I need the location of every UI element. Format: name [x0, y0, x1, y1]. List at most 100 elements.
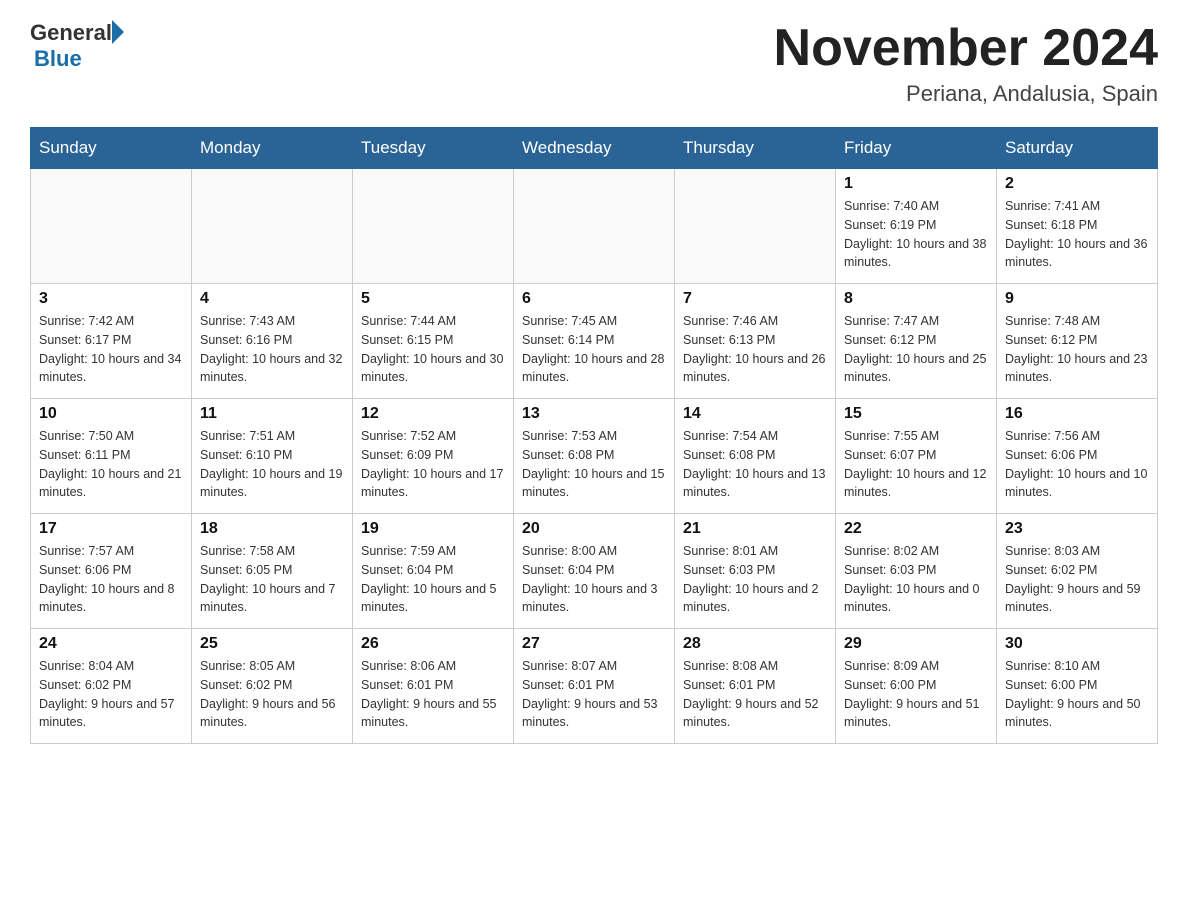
day-number: 19	[361, 520, 505, 538]
day-number: 24	[39, 635, 183, 653]
day-number: 22	[844, 520, 988, 538]
calendar-cell: 6Sunrise: 7:45 AMSunset: 6:14 PMDaylight…	[514, 284, 675, 399]
calendar-cell: 30 Sunrise: 8:10 AMSunset: 6:00 PMDayligh…	[997, 629, 1158, 744]
logo: General Blue	[30, 20, 124, 72]
day-number: 11	[200, 405, 344, 423]
calendar-cell: 25 Sunrise: 8:05 AMSunset: 6:02 PMDayligh…	[192, 629, 353, 744]
calendar-header-wednesday: Wednesday	[514, 128, 675, 169]
calendar-cell: 5 Sunrise: 7:44 AMSunset: 6:15 PMDaylight…	[353, 284, 514, 399]
day-info: Sunrise: 8:02 AMSunset: 6:03 PMDaylight:…	[844, 542, 988, 617]
day-info: Sunrise: 8:10 AMSunset: 6:00 PMDaylight:…	[1005, 657, 1149, 732]
day-number: 8	[844, 290, 988, 308]
day-number: 29	[844, 635, 988, 653]
calendar-table: SundayMondayTuesdayWednesdayThursdayFrid…	[30, 127, 1158, 744]
day-info: Sunrise: 7:46 AMSunset: 6:13 PMDaylight:…	[683, 312, 827, 387]
calendar-cell: 14Sunrise: 7:54 AMSunset: 6:08 PMDayligh…	[675, 399, 836, 514]
day-number: 21	[683, 520, 827, 538]
day-number: 9	[1005, 290, 1149, 308]
calendar-cell: 13Sunrise: 7:53 AMSunset: 6:08 PMDayligh…	[514, 399, 675, 514]
calendar-cell	[31, 169, 192, 284]
month-title: November 2024	[774, 20, 1158, 77]
calendar-cell	[514, 169, 675, 284]
day-number: 10	[39, 405, 183, 423]
day-info: Sunrise: 7:57 AMSunset: 6:06 PMDaylight:…	[39, 542, 183, 617]
calendar-cell: 23 Sunrise: 8:03 AMSunset: 6:02 PMDayligh…	[997, 514, 1158, 629]
title-section: November 2024 Periana, Andalusia, Spain	[774, 20, 1158, 107]
calendar-cell: 18 Sunrise: 7:58 AMSunset: 6:05 PMDayligh…	[192, 514, 353, 629]
day-number: 7	[683, 290, 827, 308]
calendar-cell: 20 Sunrise: 8:00 AMSunset: 6:04 PMDayligh…	[514, 514, 675, 629]
calendar-header-row: SundayMondayTuesdayWednesdayThursdayFrid…	[31, 128, 1158, 169]
day-number: 23	[1005, 520, 1149, 538]
day-info: Sunrise: 7:50 AMSunset: 6:11 PMDaylight:…	[39, 427, 183, 502]
calendar-cell: 22 Sunrise: 8:02 AMSunset: 6:03 PMDayligh…	[836, 514, 997, 629]
day-info: Sunrise: 7:58 AMSunset: 6:05 PMDaylight:…	[200, 542, 344, 617]
calendar-cell: 21 Sunrise: 8:01 AMSunset: 6:03 PMDayligh…	[675, 514, 836, 629]
day-info: Sunrise: 7:44 AMSunset: 6:15 PMDaylight:…	[361, 312, 505, 387]
day-info: Sunrise: 7:54 AMSunset: 6:08 PMDaylight:…	[683, 427, 827, 502]
day-number: 15	[844, 405, 988, 423]
calendar-header-tuesday: Tuesday	[353, 128, 514, 169]
day-number: 4	[200, 290, 344, 308]
day-number: 12	[361, 405, 505, 423]
day-info: Sunrise: 7:41 AMSunset: 6:18 PMDaylight:…	[1005, 197, 1149, 272]
calendar-cell: 27Sunrise: 8:07 AMSunset: 6:01 PMDayligh…	[514, 629, 675, 744]
day-info: Sunrise: 7:56 AMSunset: 6:06 PMDaylight:…	[1005, 427, 1149, 502]
calendar-cell: 16 Sunrise: 7:56 AMSunset: 6:06 PMDayligh…	[997, 399, 1158, 514]
day-number: 26	[361, 635, 505, 653]
day-number: 1	[844, 175, 988, 193]
calendar-cell: 3 Sunrise: 7:42 AMSunset: 6:17 PMDaylight…	[31, 284, 192, 399]
calendar-header-thursday: Thursday	[675, 128, 836, 169]
week-row-3: 10 Sunrise: 7:50 AMSunset: 6:11 PMDayligh…	[31, 399, 1158, 514]
calendar-cell: 28Sunrise: 8:08 AMSunset: 6:01 PMDayligh…	[675, 629, 836, 744]
calendar-cell: 10 Sunrise: 7:50 AMSunset: 6:11 PMDayligh…	[31, 399, 192, 514]
day-number: 25	[200, 635, 344, 653]
day-info: Sunrise: 7:45 AMSunset: 6:14 PMDaylight:…	[522, 312, 666, 387]
page-header: General Blue November 2024 Periana, Anda…	[30, 20, 1158, 107]
day-info: Sunrise: 8:00 AMSunset: 6:04 PMDaylight:…	[522, 542, 666, 617]
day-number: 13	[522, 405, 666, 423]
week-row-2: 3 Sunrise: 7:42 AMSunset: 6:17 PMDaylight…	[31, 284, 1158, 399]
calendar-cell: 24 Sunrise: 8:04 AMSunset: 6:02 PMDayligh…	[31, 629, 192, 744]
day-info: Sunrise: 7:59 AMSunset: 6:04 PMDaylight:…	[361, 542, 505, 617]
day-info: Sunrise: 8:04 AMSunset: 6:02 PMDaylight:…	[39, 657, 183, 732]
day-number: 16	[1005, 405, 1149, 423]
calendar-cell: 12 Sunrise: 7:52 AMSunset: 6:09 PMDayligh…	[353, 399, 514, 514]
day-info: Sunrise: 7:42 AMSunset: 6:17 PMDaylight:…	[39, 312, 183, 387]
day-number: 27	[522, 635, 666, 653]
day-info: Sunrise: 7:51 AMSunset: 6:10 PMDaylight:…	[200, 427, 344, 502]
calendar-cell: 9Sunrise: 7:48 AMSunset: 6:12 PMDaylight…	[997, 284, 1158, 399]
day-info: Sunrise: 7:40 AMSunset: 6:19 PMDaylight:…	[844, 197, 988, 272]
day-info: Sunrise: 7:55 AMSunset: 6:07 PMDaylight:…	[844, 427, 988, 502]
calendar-cell: 17 Sunrise: 7:57 AMSunset: 6:06 PMDayligh…	[31, 514, 192, 629]
week-row-5: 24 Sunrise: 8:04 AMSunset: 6:02 PMDayligh…	[31, 629, 1158, 744]
calendar-cell: 11 Sunrise: 7:51 AMSunset: 6:10 PMDayligh…	[192, 399, 353, 514]
logo-arrow-icon	[112, 20, 124, 44]
calendar-cell: 29Sunrise: 8:09 AMSunset: 6:00 PMDayligh…	[836, 629, 997, 744]
calendar-cell: 4Sunrise: 7:43 AMSunset: 6:16 PMDaylight…	[192, 284, 353, 399]
day-number: 18	[200, 520, 344, 538]
calendar-cell	[192, 169, 353, 284]
logo-general-text: General	[30, 20, 112, 46]
day-info: Sunrise: 7:47 AMSunset: 6:12 PMDaylight:…	[844, 312, 988, 387]
week-row-4: 17 Sunrise: 7:57 AMSunset: 6:06 PMDayligh…	[31, 514, 1158, 629]
calendar-cell: 2Sunrise: 7:41 AMSunset: 6:18 PMDaylight…	[997, 169, 1158, 284]
day-number: 3	[39, 290, 183, 308]
calendar-cell: 1 Sunrise: 7:40 AMSunset: 6:19 PMDaylight…	[836, 169, 997, 284]
day-info: Sunrise: 8:05 AMSunset: 6:02 PMDaylight:…	[200, 657, 344, 732]
calendar-cell	[353, 169, 514, 284]
calendar-cell: 7 Sunrise: 7:46 AMSunset: 6:13 PMDaylight…	[675, 284, 836, 399]
day-info: Sunrise: 8:03 AMSunset: 6:02 PMDaylight:…	[1005, 542, 1149, 617]
day-number: 5	[361, 290, 505, 308]
logo-blue-text: Blue	[30, 46, 124, 72]
week-row-1: 1 Sunrise: 7:40 AMSunset: 6:19 PMDaylight…	[31, 169, 1158, 284]
calendar-cell: 19 Sunrise: 7:59 AMSunset: 6:04 PMDayligh…	[353, 514, 514, 629]
day-number: 28	[683, 635, 827, 653]
day-info: Sunrise: 8:01 AMSunset: 6:03 PMDaylight:…	[683, 542, 827, 617]
day-info: Sunrise: 8:06 AMSunset: 6:01 PMDaylight:…	[361, 657, 505, 732]
day-number: 20	[522, 520, 666, 538]
calendar-header-monday: Monday	[192, 128, 353, 169]
day-info: Sunrise: 7:52 AMSunset: 6:09 PMDaylight:…	[361, 427, 505, 502]
day-number: 30	[1005, 635, 1149, 653]
day-number: 17	[39, 520, 183, 538]
